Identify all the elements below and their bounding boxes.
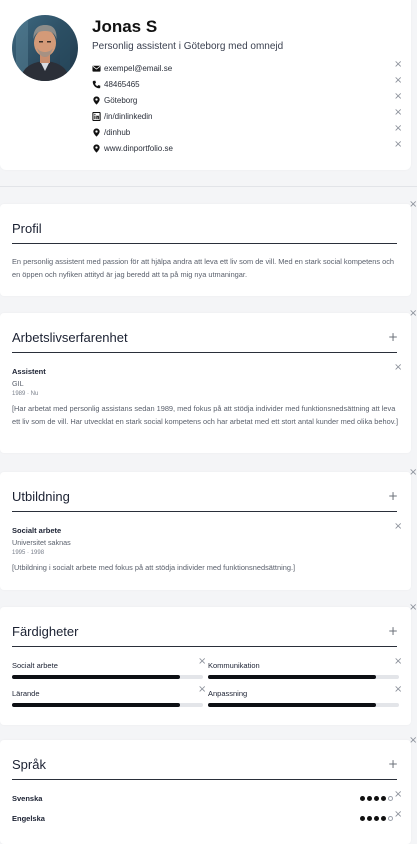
skills-section: Färdigheter + Socialt arbete × Kommunika… [0,607,411,725]
linkedin-icon [92,111,101,121]
skill-label[interactable]: Kommunikation [208,661,260,670]
experience-description[interactable]: [Har arbetat med personlig assistans sed… [12,403,402,428]
language-label[interactable]: Engelska [12,814,45,823]
contact-location[interactable]: Göteborg [92,93,137,107]
experience-dates[interactable]: 1989 · Nu [12,391,38,397]
rating-dot-filled[interactable] [360,796,365,801]
language-label[interactable]: Svenska [12,794,42,803]
contact-portfolio[interactable]: www.dinportfolio.se [92,141,173,155]
person-name[interactable]: Jonas S [92,17,157,37]
education-school[interactable]: Universitet saknas [12,538,71,547]
contact-linkedin[interactable]: /in/dinlinkedin [92,109,152,123]
contact-linkedin-text: /in/dinlinkedin [104,111,153,121]
map-pin-icon [93,95,100,105]
section-title-languages[interactable]: Språk [12,757,46,772]
contact-email-text: exempel@email.se [104,63,173,73]
remove-education-item-button[interactable]: × [394,522,402,532]
map-pin-icon [93,143,100,153]
profile-text[interactable]: En personlig assistent med passion för a… [12,256,402,281]
remove-github-button[interactable]: × [394,124,402,134]
skill-label[interactable]: Anpassning [208,689,247,698]
contact-github-text: /dinhub [104,127,131,137]
skill-level-fill [208,703,377,707]
rating-dot-filled[interactable] [381,796,386,801]
skill-level-fill [12,675,181,679]
contact-phone-text: 48465465 [104,79,140,89]
section-title-education[interactable]: Utbildning [12,489,70,504]
remove-linkedin-button[interactable]: × [394,108,402,118]
language-rating[interactable] [360,816,393,821]
experience-section: Arbetslivserfarenhet + Assistent × GIL 1… [0,313,411,453]
languages-section: Språk + Svenska × Engelska × [0,740,411,844]
skill-label[interactable]: Lärande [12,689,40,698]
rating-dot-filled[interactable] [367,796,372,801]
remove-skill-button[interactable]: × [394,657,402,667]
education-title[interactable]: Socialt arbete [12,526,61,535]
rating-dot-filled[interactable] [381,816,386,821]
skill-level-bar[interactable] [12,675,203,679]
rating-dot-empty[interactable] [388,816,393,821]
remove-skill-button[interactable]: × [198,685,206,695]
rating-dot-filled[interactable] [367,816,372,821]
skill-level-fill [12,703,181,707]
section-rule [12,511,397,512]
envelope-icon [92,65,101,72]
remove-location-button[interactable]: × [394,92,402,102]
section-rule [12,646,397,647]
skill-level-bar[interactable] [208,675,399,679]
experience-company[interactable]: GIL [12,379,24,388]
avatar[interactable] [12,15,78,81]
contact-portfolio-text: www.dinportfolio.se [104,143,173,153]
add-language-button[interactable]: + [388,758,398,770]
header-card: Jonas S Personlig assistent i Göteborg m… [0,0,411,170]
add-education-button[interactable]: + [388,490,398,502]
contact-email[interactable]: exempel@email.se [92,61,172,75]
skill-level-bar[interactable] [208,703,399,707]
phone-icon [92,80,101,88]
section-title-profile[interactable]: Profil [12,221,42,236]
section-title-experience[interactable]: Arbetslivserfarenhet [12,330,128,345]
skill-label[interactable]: Socialt arbete [12,661,58,670]
remove-language-button[interactable]: × [394,790,402,800]
remove-portfolio-button[interactable]: × [394,140,402,150]
section-rule [12,779,397,780]
section-rule [12,243,397,244]
remove-skill-button[interactable]: × [198,657,206,667]
remove-phone-button[interactable]: × [394,76,402,86]
remove-skill-button[interactable]: × [394,685,402,695]
job-headline[interactable]: Personlig assistent i Göteborg med omnej… [92,41,283,52]
add-skill-button[interactable]: + [388,625,398,637]
education-section: Utbildning + Socialt arbete × Universite… [0,472,411,590]
skill-level-bar[interactable] [12,703,203,707]
remove-email-button[interactable]: × [394,60,402,70]
skill-level-fill [208,675,377,679]
rating-dot-empty[interactable] [388,796,393,801]
education-description[interactable]: [Utbildning i socialt arbete med fokus p… [12,562,402,575]
remove-experience-item-button[interactable]: × [394,363,402,373]
rating-dot-filled[interactable] [374,796,379,801]
contact-phone[interactable]: 48465465 [92,77,140,91]
profile-section: Profil En personlig assistent med passio… [0,204,411,296]
section-divider [0,186,417,187]
rating-dot-filled[interactable] [360,816,365,821]
rating-dot-filled[interactable] [374,816,379,821]
section-rule [12,352,397,353]
remove-language-button[interactable]: × [394,810,402,820]
education-dates[interactable]: 1995 · 1998 [12,550,44,556]
add-experience-button[interactable]: + [388,331,398,343]
language-rating[interactable] [360,796,393,801]
map-pin-icon [93,127,100,137]
contact-github[interactable]: /dinhub [92,125,130,139]
experience-title[interactable]: Assistent [12,367,46,376]
contact-location-text: Göteborg [104,95,138,105]
section-title-skills[interactable]: Färdigheter [12,624,78,639]
